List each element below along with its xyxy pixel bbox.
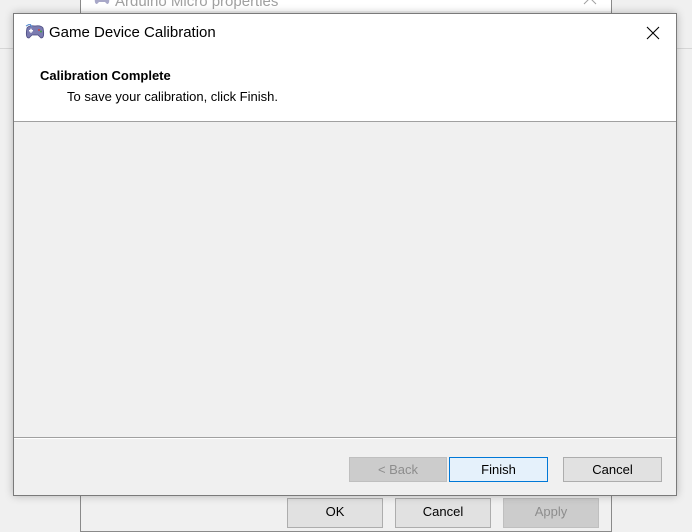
background-apply-button: Apply [503,498,599,528]
back-button: < Back [349,457,447,482]
close-icon [646,26,660,40]
background-cancel-button[interactable]: Cancel [395,498,491,528]
close-icon[interactable] [583,0,597,5]
footer-divider-highlight [14,438,676,439]
close-button[interactable] [630,14,676,52]
dialog-title: Game Device Calibration [49,24,216,41]
background-ok-button[interactable]: OK [287,498,383,528]
background-titlebar: Arduino Micro properties [81,0,611,11]
cancel-button[interactable]: Cancel [563,457,662,482]
game-controller-icon [94,0,110,4]
dialog-titlebar[interactable]: Game Device Calibration [14,14,676,52]
background-window-title: Arduino Micro properties [115,0,279,10]
game-device-calibration-dialog: Game Device Calibration Calibration Comp… [13,13,677,496]
wizard-header: Calibration Complete To save your calibr… [14,52,676,122]
finish-button[interactable]: Finish [449,457,548,482]
page-title: Calibration Complete [40,68,171,83]
game-controller-icon [25,24,45,39]
page-subtitle: To save your calibration, click Finish. [67,89,278,104]
wizard-content [14,122,676,437]
